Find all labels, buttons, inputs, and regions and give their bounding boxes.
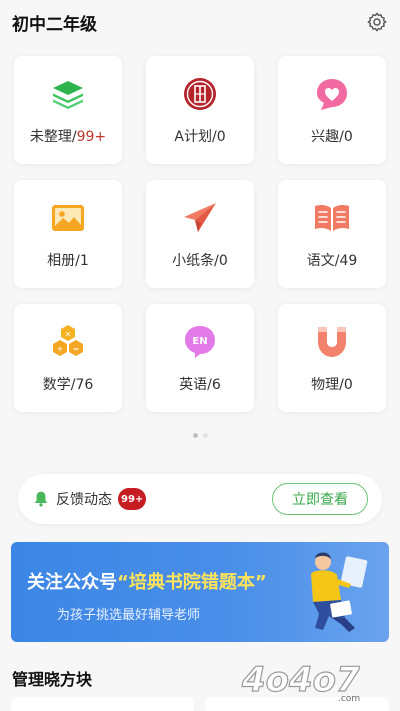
plan-seal-icon: [184, 78, 216, 110]
gear-icon[interactable]: [366, 11, 388, 33]
feedback-badge: 99+: [118, 488, 147, 510]
feedback-bar[interactable]: 反馈动态 99+ 立即查看: [18, 474, 382, 524]
svg-text:+: +: [57, 345, 64, 354]
tile-interest[interactable]: 兴趣/0: [278, 56, 386, 164]
tile-label: 数学/76: [42, 377, 94, 393]
top-bar: 初中二年级: [0, 0, 400, 44]
tile-english[interactable]: EN 英语/6: [146, 304, 254, 412]
book-icon: [315, 204, 349, 231]
photo-album-icon: [52, 205, 84, 231]
tile-note[interactable]: 小纸条/0: [146, 180, 254, 288]
tile-physics[interactable]: 物理/0: [278, 304, 386, 412]
en-bubble-icon: EN: [185, 326, 215, 358]
page-dot-active[interactable]: [192, 433, 198, 438]
tile-math[interactable]: × + = 数学/76: [14, 304, 122, 412]
tile-label: A计划/0: [174, 129, 226, 145]
heart-bubble-icon: [317, 79, 347, 110]
tile-label: 未整理/99+: [29, 129, 107, 145]
svg-text:EN: EN: [192, 336, 207, 347]
module-card[interactable]: [11, 697, 194, 711]
math-hex-icon: × + =: [53, 325, 83, 356]
svg-text:.com: .com: [338, 694, 360, 704]
svg-text:×: ×: [65, 330, 72, 339]
svg-text:=: =: [73, 345, 80, 354]
magnet-icon: [318, 327, 346, 357]
tile-label: 物理/0: [311, 377, 353, 393]
grade-title[interactable]: 初中二年级: [12, 10, 97, 35]
promo-banner[interactable]: 关注公众号“培典书院错题本” 为孩子挑选最好辅导老师: [11, 542, 389, 642]
tile-unsorted[interactable]: 未整理/99+: [14, 56, 122, 164]
page-dot[interactable]: [202, 433, 208, 438]
feedback-label: 反馈动态: [56, 492, 112, 508]
tile-label: 小纸条/0: [172, 253, 228, 269]
tile-a-plan[interactable]: A计划/0: [146, 56, 254, 164]
site-watermark-logo: 4o4o7 .com: [240, 659, 360, 704]
tile-label: 兴趣/0: [311, 129, 353, 145]
tile-album[interactable]: 相册/1: [14, 180, 122, 288]
layers-icon: [53, 81, 83, 109]
section-title: 管理晓方块: [12, 670, 93, 689]
banner-subtitle: 为孩子挑选最好辅导老师: [57, 608, 201, 623]
bell-icon: [34, 491, 48, 507]
tile-chinese[interactable]: 语文/49: [278, 180, 386, 288]
page-indicator: [0, 433, 400, 438]
paper-plane-icon: [184, 203, 216, 232]
tile-label: 英语/6: [179, 377, 221, 393]
category-grid: 未整理/99+ A计划/0 兴趣/0 相册/1 小纸条/0 语文/49 × + …: [14, 56, 386, 412]
reading-person-illustration: [311, 552, 368, 632]
tile-label: 语文/49: [306, 253, 358, 269]
banner-headline: 关注公众号“培典书院错题本”: [27, 572, 267, 593]
tile-label: 相册/1: [47, 253, 89, 269]
view-now-button[interactable]: 立即查看: [272, 483, 368, 515]
